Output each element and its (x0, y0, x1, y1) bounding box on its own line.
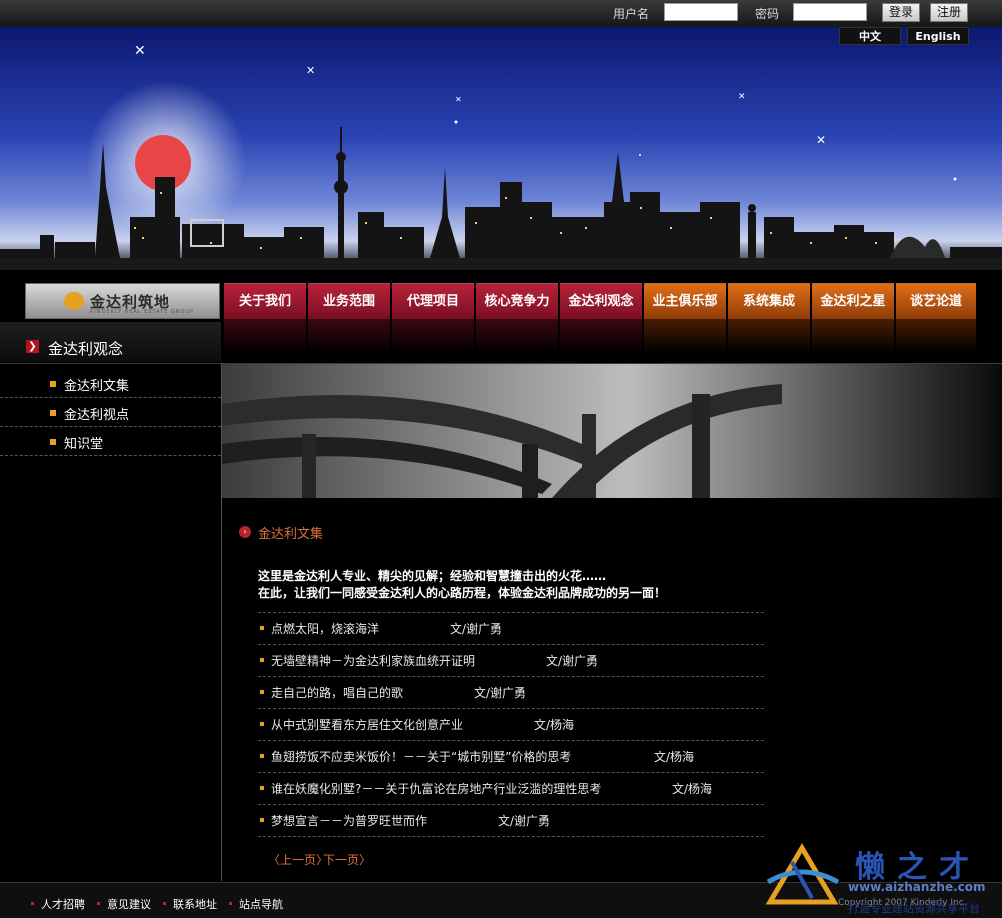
nav-reflection (728, 319, 810, 353)
article-row: 鱼翅捞饭不应卖米饭价！－－关于“城市别墅”价格的思考 文/杨海 (258, 740, 764, 772)
nav-competitiveness[interactable]: 核心竞争力 (476, 283, 558, 319)
sidebar-item-collection[interactable]: 金达利文集 (0, 369, 221, 398)
nav-about[interactable]: 关于我们 (224, 283, 306, 319)
nav-reflection (308, 319, 390, 353)
section-title: 金达利观念 (48, 340, 124, 358)
footer-link-sitemap[interactable]: 站点导航 (239, 896, 283, 912)
article-author: 文/谢广勇 (450, 622, 503, 636)
article-title[interactable]: 走自己的路，唱自己的歌 (271, 684, 403, 701)
article-author: 文/杨海 (672, 782, 713, 796)
divider (258, 836, 764, 838)
article-row: 谁在妖魔化别墅?－－关于仇富论在房地产行业泛滥的理性思考 文/杨海 (258, 772, 764, 804)
article-title[interactable]: 从中式别墅看东方居住文化创意产业 (271, 716, 463, 733)
watermark-logo-icon (765, 843, 840, 905)
sidebar-item-label: 金达利文集 (64, 379, 130, 394)
content-title: 金达利文集 (258, 527, 324, 542)
nav-integration[interactable]: 系统集成 (728, 283, 810, 319)
bullet-icon (260, 722, 264, 726)
bullet-icon (260, 818, 264, 822)
bullet-icon (50, 381, 56, 387)
sidebar-item-label: 金达利视点 (64, 408, 130, 423)
bullet-icon (50, 410, 56, 416)
chevron-right-icon: ❯ (26, 340, 39, 353)
city-skyline-image: ✕ ✕ ✕ ✕ ✕ (0, 43, 1002, 270)
overpass-photo (222, 364, 1002, 498)
nav-reflection (476, 319, 558, 353)
article-row: 无墙壁精神－为金达利家族血统开证明 文/谢广勇 (258, 644, 764, 676)
sidebar-item-viewpoint[interactable]: 金达利视点 (0, 398, 221, 427)
svg-text:✕: ✕ (306, 64, 315, 77)
nav-reflection (560, 319, 642, 353)
article-row: 梦想宣言－－为普罗旺世而作 文/谢广勇 (258, 804, 764, 836)
intro-line-2: 在此，让我们一同感受金达利人的心路历程，体验金达利品牌成功的另一面！ (258, 586, 667, 600)
watermark-url: www.aizhanzhe.com (848, 880, 986, 894)
footer-link-contact[interactable]: 联系地址 (173, 896, 217, 912)
bullet-icon (229, 902, 232, 905)
svg-text:✕: ✕ (455, 95, 462, 104)
footer-link-feedback[interactable]: 意见建议 (107, 896, 151, 912)
footer-link-careers[interactable]: 人才招聘 (41, 896, 85, 912)
chinese-lang-button[interactable]: 中文 (839, 27, 901, 45)
bullet-icon (260, 626, 264, 630)
bullet-icon (260, 786, 264, 790)
svg-text:✕: ✕ (816, 133, 826, 147)
sidebar-item-label: 知识堂 (64, 437, 104, 452)
nav-reflection (896, 319, 976, 353)
register-button[interactable]: 注册 (930, 3, 968, 22)
bullet-icon (97, 902, 100, 905)
article-title[interactable]: 无墙壁精神－为金达利家族血统开证明 (271, 652, 475, 669)
nav-reflection (224, 319, 306, 353)
article-row: 点燃太阳，烧滚海洋 文/谢广勇 (258, 612, 764, 644)
article-title[interactable]: 谁在妖魔化别墅?－－关于仇富论在房地产行业泛滥的理性思考 (271, 780, 601, 797)
svg-text:✕: ✕ (738, 92, 746, 102)
username-label: 用户名 (613, 7, 650, 21)
banner: ✕ ✕ ✕ ✕ ✕ 中文 English (0, 27, 1002, 270)
bullet-icon (50, 439, 56, 445)
password-label: 密码 (755, 7, 780, 21)
article-author: 文/杨海 (534, 718, 575, 732)
bullet-icon (260, 658, 264, 662)
nav-business[interactable]: 业务范围 (308, 283, 390, 319)
nav-reflection (392, 319, 474, 353)
article-author: 文/谢广勇 (474, 686, 527, 700)
nav-reflection (644, 319, 726, 353)
nav-reflection (812, 319, 894, 353)
nav-projects[interactable]: 代理项目 (392, 283, 474, 319)
watermark-subtitle: 打造专业建站资源共享平台 (848, 902, 980, 915)
article-title[interactable]: 点燃太阳，烧滚海洋 (271, 620, 379, 637)
intro-line-1: 这里是金达利人专业、精尖的见解；经验和智慧撞击出的火花…… (258, 569, 607, 583)
chevron-right-icon: › (239, 526, 251, 538)
nav-concept[interactable]: 金达利观念 (560, 283, 642, 319)
article-row: 走自己的路，唱自己的歌 文/谢广勇 (258, 676, 764, 708)
bullet-icon (163, 902, 166, 905)
next-page-link[interactable]: 下一页〉 (323, 851, 371, 868)
username-input[interactable] (664, 3, 738, 21)
article-author: 文/杨海 (654, 750, 695, 764)
bullet-icon (260, 754, 264, 758)
password-input[interactable] (793, 3, 867, 21)
logo-subtext: KINDERLY REAL ESTATE GROUP (90, 309, 194, 315)
prev-page-link[interactable]: 〈上一页〉 (268, 851, 328, 868)
article-author: 文/谢广勇 (498, 814, 551, 828)
nav-stars[interactable]: 金达利之星 (812, 283, 894, 319)
article-title[interactable]: 鱼翅捞饭不应卖米饭价！－－关于“城市别墅”价格的思考 (271, 748, 571, 765)
logo-mark-icon (64, 292, 84, 310)
svg-text:✕: ✕ (134, 43, 146, 59)
login-button[interactable]: 登录 (882, 3, 920, 22)
nav-owners-club[interactable]: 业主俱乐部 (644, 283, 726, 319)
bullet-icon (31, 902, 34, 905)
article-title[interactable]: 梦想宣言－－为普罗旺世而作 (271, 812, 427, 829)
article-author: 文/谢广勇 (546, 654, 599, 668)
bullet-icon (260, 690, 264, 694)
company-logo[interactable]: 金达利筑地 KINDERLY REAL ESTATE GROUP (25, 283, 220, 319)
sidebar-item-knowledge[interactable]: 知识堂 (0, 427, 221, 456)
article-row: 从中式别墅看东方居住文化创意产业 文/杨海 (258, 708, 764, 740)
nav-arts[interactable]: 谈艺论道 (896, 283, 976, 319)
english-lang-button[interactable]: English (907, 27, 969, 45)
